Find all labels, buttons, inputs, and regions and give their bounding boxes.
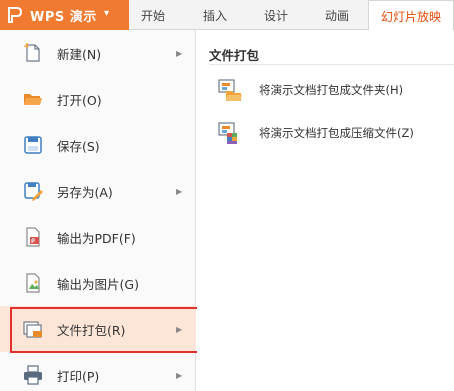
- wps-logo-icon: [8, 7, 23, 23]
- option-label: 将演示文档打包成文件夹(H): [259, 83, 404, 97]
- menu-item-open[interactable]: 打开(O): [0, 76, 196, 122]
- save-icon: [24, 136, 42, 154]
- menu-item-label: 打开(O): [57, 92, 102, 108]
- submenu-arrow-icon: ▶: [176, 370, 183, 380]
- tab-slideshow[interactable]: 幻灯片放映: [368, 0, 454, 31]
- menu-item-export-image[interactable]: 输出为图片(G): [0, 260, 196, 306]
- tab-animation[interactable]: 动画: [313, 0, 361, 30]
- menu-item-label: 输出为PDF(F): [57, 230, 136, 246]
- menu-item-package[interactable]: 文件打包(R) ▶: [0, 306, 196, 352]
- new-file-icon: [23, 42, 40, 62]
- submenu-panel: 文件打包 将演示文档打包成文件夹(H) 将演示文档打包成压缩文件(Z): [197, 30, 454, 391]
- submenu-arrow-icon: ▶: [176, 48, 183, 58]
- package-to-zip-option[interactable]: 将演示文档打包成压缩文件(Z): [217, 119, 447, 147]
- option-label: 将演示文档打包成压缩文件(Z): [259, 126, 414, 140]
- save-as-icon: [24, 182, 43, 201]
- tab-insert[interactable]: 插入: [191, 0, 239, 30]
- submenu-arrow-icon: ▶: [176, 186, 183, 196]
- menu-item-new[interactable]: 新建(N) ▶: [0, 30, 196, 76]
- app-menu-button[interactable]: WPS 演示 ▾: [0, 0, 129, 30]
- menu-item-export-pdf[interactable]: 输出为PDF(F): [0, 214, 196, 260]
- menu-item-label: 新建(N): [57, 46, 102, 62]
- app-title: WPS 演示: [30, 9, 97, 25]
- package-to-zip-icon: [218, 122, 237, 144]
- menu-item-label: 文件打包(R): [57, 322, 126, 338]
- menu-item-label: 另存为(A): [57, 184, 113, 200]
- panel-divider: [209, 64, 454, 65]
- pdf-icon: [26, 227, 40, 247]
- panel-title: 文件打包: [209, 48, 260, 63]
- menu-item-label: 保存(S): [57, 138, 100, 154]
- menu-item-label: 打印(P): [57, 368, 100, 384]
- menu-item-save[interactable]: 保存(S): [0, 122, 196, 168]
- submenu-arrow-icon: ▶: [176, 324, 183, 334]
- package-to-folder-option[interactable]: 将演示文档打包成文件夹(H): [217, 76, 447, 104]
- top-bar: WPS 演示 ▾ 开始 插入 设计 动画 幻灯片放映: [0, 0, 454, 31]
- file-menu: 新建(N) ▶ 打开(O) 保存(S) 另存为(A) ▶ 输出为PDF(F) 输…: [0, 30, 196, 391]
- package-to-folder-icon: [218, 79, 242, 101]
- tab-design[interactable]: 设计: [252, 0, 300, 30]
- tab-home[interactable]: 开始: [129, 0, 177, 30]
- print-icon: [24, 365, 42, 385]
- chevron-down-icon: ▾: [104, 8, 110, 19]
- menu-item-label: 输出为图片(G): [57, 276, 139, 292]
- menu-item-save-as[interactable]: 另存为(A) ▶: [0, 168, 196, 214]
- menu-item-print[interactable]: 打印(P) ▶: [0, 352, 196, 391]
- package-icon: [23, 321, 42, 338]
- open-folder-icon: [24, 94, 42, 105]
- image-export-icon: [26, 273, 40, 293]
